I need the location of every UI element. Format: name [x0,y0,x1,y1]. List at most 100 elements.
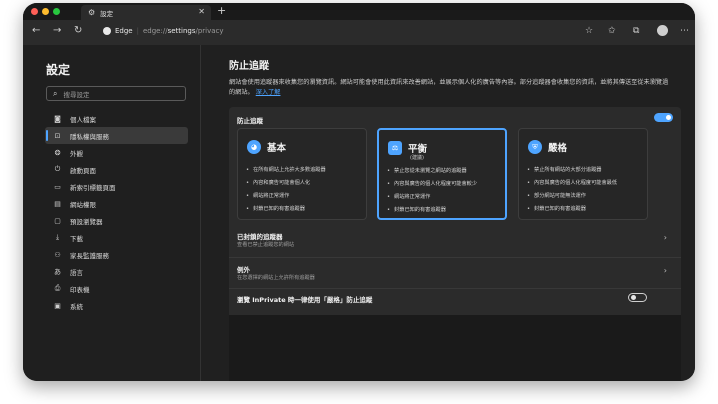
search-placeholder: 搜尋設定 [63,90,90,99]
sidebar-item-appearance[interactable]: ❂ 外觀 [45,144,188,161]
sidebar-item-profiles[interactable]: ◙ 個人檔案 [45,110,188,127]
back-arrow-icon[interactable]: ← [32,25,40,36]
content-placeholder [229,315,681,381]
sidebar-item-site-permissions[interactable]: ▤ 網站權限 [45,195,188,212]
strict-icon: ⛨ [528,140,542,154]
browser-window: ⚙ 設定 ✕ + ← → ↻ Edge | edge://settings/pr… [23,3,695,381]
sidebar-item-family[interactable]: ⚇ 家長監護服務 [45,246,188,263]
search-input[interactable]: ⌕ 搜尋設定 [46,86,186,101]
sidebar-item-label: 系統 [70,302,83,311]
close-tab-icon[interactable]: ✕ [198,7,205,16]
card-bullets: 在所有網站上允許大多數追蹤器 內容和廣告可能會個人化 網站將正常運作 封鎖已知的… [246,164,364,216]
edge-logo-icon [103,27,111,35]
divider [229,257,681,258]
address-separator: | [136,27,139,35]
zoom-window-button[interactable] [53,8,60,15]
browser-icon: ▢ [54,216,61,225]
card-balanced[interactable]: ⚖ 平衡 (建議) 禁止您從未瀏覽之網站的追蹤器 內容與廣告的個人化程度可能會較… [377,128,507,220]
sidebar-item-label: 預設瀏覽器 [70,217,103,226]
appearance-icon: ❂ [54,148,61,157]
minimize-window-button[interactable] [42,8,49,15]
gear-icon: ⚙ [88,8,96,17]
toggle-knob [631,295,636,300]
sidebar-item-label: 外觀 [70,149,83,158]
sidebar-item-default-browser[interactable]: ▢ 預設瀏覽器 [45,212,188,229]
sidebar-item-label: 語言 [70,268,83,277]
sidebar-item-system[interactable]: ▣ 系統 [45,297,188,314]
card-basic[interactable]: ◕ 基本 在所有網站上允許大多數追蹤器 內容和廣告可能會個人化 網站將正常運作 … [237,128,367,220]
new-tab-icon: ▭ [54,182,61,191]
divider [229,288,681,289]
new-tab-button[interactable]: + [217,4,226,17]
blocked-trackers-row[interactable]: 已封鎖的追蹤器 查看已禁止追蹤您的網站 › [237,228,673,254]
sidebar-item-label: 啟動頁面 [70,166,96,175]
sidebar-item-label: 隱私權與服務 [70,132,109,141]
sidebar-item-downloads[interactable]: ⤓ 下載 [45,229,188,246]
page-title: 防止追蹤 [229,61,269,72]
profile-avatar[interactable] [657,25,668,36]
favorites-icon[interactable]: ✩ [608,26,616,36]
sidebar-item-printers[interactable]: ⎙ 印表機 [45,280,188,297]
star-icon[interactable]: ☆ [585,26,593,36]
list-item: 在所有網站上允許大多數追蹤器 [246,164,364,177]
system-icon: ▣ [54,301,61,310]
list-item: 內容與廣告的個人化程度可能會最低 [527,177,645,190]
tracking-prevention-toggle[interactable] [654,113,673,122]
lock-icon: ⊡ [54,131,61,140]
sidebar-nav: ◙ 個人檔案 ⊡ 隱私權與服務 ❂ 外觀 ⏻ 啟動頁面 ▭ 新索引標籤頁面 ▤ 網站權限 ▢… [45,110,188,314]
address-prefix: edge:// [142,27,168,35]
address-bar[interactable]: Edge | edge://settings/privacy [103,27,224,35]
address-bold: settings [167,27,196,35]
download-icon: ⤓ [55,233,60,241]
browser-tab[interactable]: ⚙ 設定 ✕ [81,5,211,20]
list-item: 內容與廣告的個人化程度可能會較少 [387,178,505,191]
sidebar-item-label: 家長監護服務 [70,251,109,260]
sidebar-item-label: 個人檔案 [70,115,96,124]
exceptions-row[interactable]: 例外 在您選擇的網站上允許所有追蹤器 › [237,261,673,287]
blocked-trackers-title: 已封鎖的追蹤器 [237,233,283,241]
collections-icon[interactable]: ⧉ [633,26,639,36]
card-name: 嚴格 [548,143,568,154]
card-bullets: 禁止您從未瀏覽之網站的追蹤器 內容與廣告的個人化程度可能會較少 網站將正常運作 … [387,165,505,217]
sidebar-item-languages[interactable]: あ語言 [45,263,188,280]
settings-sidebar: 設定 ⌕ 搜尋設定 ◙ 個人檔案 ⊡ 隱私權與服務 ❂ 外觀 ⏻ 啟動頁面 ▭ 新索引標籤… [23,45,201,381]
tracking-prevention-panel: 防止追蹤 ◕ 基本 在所有網站上允許大多數追蹤器 內容和廣告可能會個人化 網站將… [229,107,681,381]
list-item: 內容和廣告可能會個人化 [246,177,364,190]
address-site: Edge [115,27,133,35]
sidebar-item-label: 印表機 [70,285,90,294]
card-name: 基本 [267,143,287,154]
list-item: 禁止您從未瀏覽之網站的追蹤器 [387,165,505,178]
forward-arrow-icon[interactable]: → [53,25,61,36]
list-item: 網站將正常運作 [246,190,364,203]
sidebar-item-label: 網站權限 [70,200,96,209]
sidebar-item-new-tab[interactable]: ▭ 新索引標籤頁面 [45,178,188,195]
toggle-knob [666,115,671,120]
inprivate-strict-toggle[interactable] [628,293,647,302]
tab-title: 設定 [100,9,114,18]
more-icon[interactable]: ⋯ [680,26,689,36]
inprivate-strict-row: 瀏覽 InPrivate 時一律使用「嚴格」防止追蹤 [237,291,673,317]
settings-main: 防止追蹤 網站會使用追蹤器來收集您的瀏覽資訊。網站可能會使用此資訊來改善網站，並… [201,45,695,381]
title-bar: ⚙ 設定 ✕ + [23,3,695,20]
site-permissions-icon: ▤ [54,199,61,208]
basic-icon: ◕ [247,140,261,154]
sidebar-item-privacy[interactable]: ⊡ 隱私權與服務 [45,127,188,144]
chevron-right-icon: › [663,266,667,275]
sidebar-item-startup[interactable]: ⏻ 啟動頁面 [45,161,188,178]
sidebar-title: 設定 [46,63,71,77]
learn-more-link[interactable]: 深入了解 [256,89,281,96]
page-description: 網站會使用追蹤器來收集您的瀏覽資訊。網站可能會使用此資訊來改善網站，並展示個人化… [229,78,669,97]
family-icon: ⚇ [54,250,61,259]
address-suffix: /privacy [195,27,224,35]
card-subtitle: (建議) [410,155,424,161]
balanced-icon: ⚖ [388,141,402,155]
close-window-button[interactable] [31,8,38,15]
card-strict[interactable]: ⛨ 嚴格 禁止所有網站的大部分追蹤器 內容與廣告的個人化程度可能會最低 部分網站… [518,128,648,220]
printer-icon: ⎙ [54,284,61,292]
refresh-icon[interactable]: ↻ [74,25,82,36]
search-icon: ⌕ [53,88,58,98]
list-item: 禁止所有網站的大部分追蹤器 [527,164,645,177]
address-path: edge://settings/privacy [143,27,224,35]
toolbar: ← → ↻ Edge | edge://settings/privacy ☆ ✩… [23,20,695,45]
person-icon: ◙ [54,114,61,123]
